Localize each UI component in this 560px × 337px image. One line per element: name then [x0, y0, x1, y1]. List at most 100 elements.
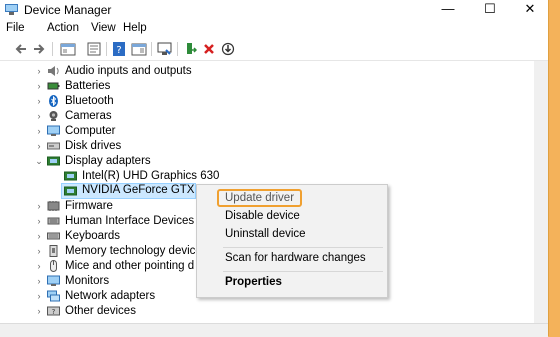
tree-item-label: Computer: [65, 125, 116, 137]
window-title: Device Manager: [24, 3, 112, 17]
maximize-button[interactable]: ☐: [472, 0, 508, 20]
chevron-right-icon[interactable]: ›: [34, 244, 44, 259]
tree-item-label: Display adapters: [65, 155, 151, 167]
keyboard-icon: [47, 232, 60, 240]
tree-item-bluetooth[interactable]: › Bluetooth: [34, 94, 334, 109]
tree-item-network-adapters[interactable]: › Network adapters: [34, 289, 194, 304]
help-icon[interactable]: ?: [112, 41, 126, 57]
tree-item-label: Other devices: [65, 305, 136, 317]
chevron-right-icon[interactable]: ›: [34, 94, 44, 109]
tree-item-monitors[interactable]: › Monitors: [34, 274, 194, 289]
disable-device-menu-item[interactable]: Disable device: [225, 210, 300, 222]
tree-item-other-devices[interactable]: › ? Other devices: [34, 304, 194, 319]
back-arrow-icon[interactable]: [14, 41, 28, 57]
tree-item-label: Monitors: [65, 275, 110, 287]
tree-item-label: Audio inputs and outputs: [65, 65, 192, 77]
tree-item-nvidia-gtx-1050[interactable]: NVIDIA GeForce GTX 1050: [61, 183, 223, 199]
enable-device-icon[interactable]: [221, 41, 235, 57]
tree-item-label: Network adapters: [65, 290, 156, 302]
menu-help[interactable]: Help: [123, 22, 147, 34]
tree-item-firmware[interactable]: › Firmware: [34, 199, 194, 214]
menu-separator: [223, 247, 383, 248]
tree-item-batteries[interactable]: › Batteries: [34, 79, 334, 94]
chevron-down-icon[interactable]: ⌄: [34, 154, 44, 169]
menu-file[interactable]: File: [6, 22, 25, 34]
vertical-scrollbar[interactable]: [534, 61, 548, 323]
tree-item-label: Keyboards: [65, 230, 120, 242]
menu-separator: [223, 271, 383, 272]
chevron-right-icon[interactable]: ›: [34, 79, 44, 94]
network-icon: [47, 290, 60, 302]
firmware-icon: [47, 201, 60, 211]
properties-menu-item[interactable]: Properties: [225, 276, 282, 288]
tree-item-label: Mice and other pointing devic: [65, 260, 194, 272]
tree-item-keyboards[interactable]: › Keyboards: [34, 229, 194, 244]
toolbar-divider: [106, 42, 107, 56]
chevron-right-icon[interactable]: ›: [34, 64, 44, 79]
other-devices-icon: ?: [47, 306, 60, 316]
menu-action[interactable]: Action: [47, 22, 79, 34]
status-bar: [0, 323, 548, 337]
update-driver-icon[interactable]: [185, 41, 197, 57]
uninstall-device-menu-item[interactable]: Uninstall device: [225, 228, 306, 240]
scan-hardware-menu-item[interactable]: Scan for hardware changes: [225, 252, 366, 264]
tree-item-label: Disk drives: [65, 140, 122, 152]
context-menu: Update driver Disable device Uninstall d…: [196, 184, 388, 298]
action-pane-icon[interactable]: [131, 41, 147, 57]
tree-item-audio[interactable]: › Audio inputs and outputs: [34, 64, 334, 79]
chevron-right-icon[interactable]: ›: [34, 229, 44, 244]
display-adapter-icon: [64, 186, 77, 196]
menu-view[interactable]: View: [91, 22, 116, 34]
tree-item-label: Batteries: [65, 80, 111, 92]
disk-icon: [47, 142, 60, 150]
tree-item-disk-drives[interactable]: › Disk drives: [34, 139, 334, 154]
tree-item-cameras[interactable]: › Cameras: [34, 109, 334, 124]
tree-item-label: Human Interface Devices: [65, 215, 195, 227]
toolbar-divider: [177, 42, 178, 56]
toolbar-divider: [151, 42, 152, 56]
menu-bar: File Action View Help: [0, 20, 548, 38]
chevron-right-icon[interactable]: ›: [34, 289, 44, 304]
camera-icon: [49, 111, 58, 121]
hid-icon: [47, 217, 60, 225]
tree-item-label: Intel(R) UHD Graphics 630: [82, 170, 220, 182]
chevron-right-icon[interactable]: ›: [34, 214, 44, 229]
tree-item-computer[interactable]: › Computer: [34, 124, 334, 139]
device-manager-icon: [5, 4, 18, 15]
chevron-right-icon[interactable]: ›: [34, 274, 44, 289]
forward-arrow-icon[interactable]: [32, 41, 46, 57]
mouse-icon: [50, 260, 57, 272]
chevron-right-icon[interactable]: ›: [34, 109, 44, 124]
tree-item-label: Firmware: [65, 200, 113, 212]
tree-item-label: Cameras: [65, 110, 112, 122]
uninstall-icon[interactable]: [203, 41, 215, 57]
svg-text:?: ?: [52, 308, 56, 316]
tree-item-mice[interactable]: › Mice and other pointing devic: [34, 259, 194, 274]
chevron-right-icon[interactable]: ›: [34, 124, 44, 139]
chevron-right-icon[interactable]: ›: [34, 139, 44, 154]
monitor-icon: [47, 275, 60, 286]
minimize-button[interactable]: —: [430, 0, 466, 20]
close-button[interactable]: ✕: [512, 0, 548, 20]
tree-item-label: Bluetooth: [65, 95, 114, 107]
computer-icon: [47, 125, 60, 136]
update-driver-menu-item[interactable]: Update driver: [217, 189, 303, 207]
speaker-icon: [48, 66, 59, 76]
chevron-right-icon[interactable]: ›: [34, 199, 44, 214]
bluetooth-icon: [49, 95, 58, 107]
device-manager-window: Device Manager — ☐ ✕ File Action View He…: [0, 0, 549, 337]
tree-item-hid[interactable]: › Human Interface Devices: [34, 214, 195, 229]
tree-item-display-adapters[interactable]: ⌄ Display adapters: [34, 154, 334, 169]
toolbar: ?: [0, 38, 548, 61]
memory-icon: [49, 245, 58, 257]
chevron-right-icon[interactable]: ›: [34, 259, 44, 274]
display-adapter-icon: [64, 171, 77, 181]
scan-hardware-icon[interactable]: [157, 41, 173, 57]
toolbar-divider: [52, 42, 53, 56]
display-adapter-icon: [47, 156, 60, 166]
chevron-right-icon[interactable]: ›: [34, 304, 44, 319]
show-hide-console-tree-icon[interactable]: [60, 41, 76, 57]
tree-item-memory-technology[interactable]: › Memory technology devices: [34, 244, 208, 259]
properties-icon[interactable]: [86, 41, 102, 57]
tree-item-intel-uhd-630[interactable]: Intel(R) UHD Graphics 630: [62, 169, 322, 184]
